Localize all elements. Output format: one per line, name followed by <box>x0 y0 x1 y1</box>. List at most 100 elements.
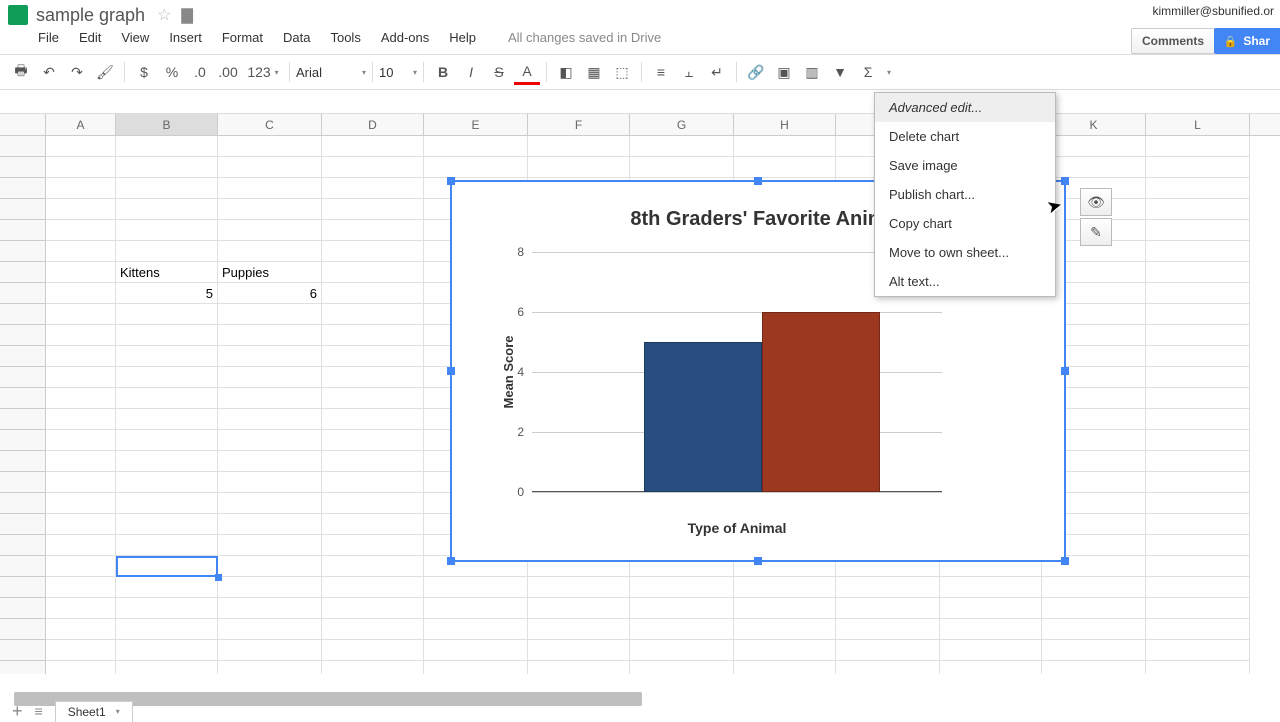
cell[interactable] <box>116 367 218 388</box>
cell[interactable] <box>528 136 630 157</box>
cell[interactable] <box>528 157 630 178</box>
cell[interactable] <box>424 577 528 598</box>
add-sheet-button[interactable]: + <box>12 701 23 722</box>
valign-icon[interactable]: ⫠ <box>676 59 702 85</box>
cell[interactable] <box>116 430 218 451</box>
column-header[interactable]: A <box>46 114 116 135</box>
menu-format[interactable]: Format <box>214 26 271 49</box>
cell[interactable] <box>218 220 322 241</box>
cell[interactable] <box>218 241 322 262</box>
row-header[interactable] <box>0 178 46 199</box>
sheet-tab[interactable]: Sheet1 ▾ <box>55 701 133 722</box>
borders-icon[interactable]: ▦ <box>581 59 607 85</box>
comments-button[interactable]: Comments <box>1131 28 1215 54</box>
cell[interactable] <box>1146 640 1250 661</box>
cell[interactable] <box>46 367 116 388</box>
cell[interactable] <box>46 157 116 178</box>
cell[interactable] <box>46 325 116 346</box>
cell[interactable] <box>1146 157 1250 178</box>
cell[interactable] <box>1146 598 1250 619</box>
wrap-icon[interactable]: ↵ <box>704 59 730 85</box>
bold-icon[interactable]: B <box>430 59 456 85</box>
cell[interactable] <box>46 304 116 325</box>
cell[interactable] <box>322 262 424 283</box>
cell[interactable] <box>836 661 940 674</box>
comment-icon[interactable]: ▣ <box>771 59 797 85</box>
cell[interactable] <box>218 640 322 661</box>
cell[interactable] <box>46 283 116 304</box>
cell[interactable] <box>322 283 424 304</box>
column-header[interactable]: L <box>1146 114 1250 135</box>
cell[interactable] <box>218 556 322 577</box>
font-size-select[interactable]: 10 <box>379 65 407 80</box>
cell[interactable] <box>116 178 218 199</box>
cell[interactable] <box>46 619 116 640</box>
ctx-move-own-sheet[interactable]: Move to own sheet... <box>875 238 1055 267</box>
row-header[interactable] <box>0 514 46 535</box>
cell[interactable] <box>116 409 218 430</box>
cell[interactable] <box>1146 325 1250 346</box>
select-all-corner[interactable] <box>0 114 46 135</box>
cell[interactable] <box>322 409 424 430</box>
cell[interactable] <box>1146 451 1250 472</box>
cell[interactable] <box>46 661 116 674</box>
cell[interactable] <box>424 136 528 157</box>
cell[interactable] <box>116 640 218 661</box>
resize-handle-nw[interactable] <box>447 177 455 185</box>
cell[interactable] <box>1146 136 1250 157</box>
cell[interactable] <box>424 598 528 619</box>
ctx-save-image[interactable]: Save image <box>875 151 1055 180</box>
cell[interactable] <box>528 619 630 640</box>
cell[interactable] <box>322 367 424 388</box>
all-sheets-button[interactable]: ≡ <box>35 703 43 719</box>
cell[interactable] <box>528 661 630 674</box>
cell[interactable] <box>630 640 734 661</box>
cell[interactable] <box>528 640 630 661</box>
column-header[interactable]: B <box>116 114 218 135</box>
cell[interactable] <box>734 598 836 619</box>
cell[interactable] <box>424 157 528 178</box>
cell[interactable] <box>322 346 424 367</box>
cell[interactable] <box>46 577 116 598</box>
cell[interactable] <box>46 262 116 283</box>
cell[interactable] <box>1146 535 1250 556</box>
menu-edit[interactable]: Edit <box>71 26 109 49</box>
cell[interactable] <box>218 367 322 388</box>
cell[interactable] <box>940 619 1042 640</box>
cell[interactable] <box>116 199 218 220</box>
cell[interactable] <box>1146 556 1250 577</box>
cell[interactable] <box>1042 619 1146 640</box>
cell[interactable] <box>218 472 322 493</box>
halign-icon[interactable]: ≡ <box>648 59 674 85</box>
cell[interactable] <box>322 514 424 535</box>
row-header[interactable] <box>0 220 46 241</box>
cell[interactable] <box>322 220 424 241</box>
cell[interactable] <box>424 619 528 640</box>
column-header[interactable]: D <box>322 114 424 135</box>
resize-handle-n[interactable] <box>754 177 762 185</box>
cell[interactable]: Puppies <box>218 262 322 283</box>
cell[interactable] <box>116 304 218 325</box>
star-icon[interactable]: ☆ <box>157 5 171 25</box>
dec-decrease-icon[interactable]: .0 <box>187 59 213 85</box>
doc-title[interactable]: sample graph <box>36 5 145 26</box>
cell[interactable] <box>218 451 322 472</box>
cell[interactable] <box>46 430 116 451</box>
row-header[interactable] <box>0 388 46 409</box>
row-header[interactable] <box>0 451 46 472</box>
row-header[interactable] <box>0 241 46 262</box>
cell[interactable] <box>116 388 218 409</box>
cell[interactable]: 6 <box>218 283 322 304</box>
cell[interactable] <box>218 535 322 556</box>
chart-edit-button[interactable]: ✎ <box>1080 218 1112 246</box>
cell[interactable] <box>218 325 322 346</box>
cell[interactable] <box>528 577 630 598</box>
cell[interactable]: Kittens <box>116 262 218 283</box>
cell[interactable] <box>116 136 218 157</box>
cell[interactable] <box>1146 493 1250 514</box>
cell[interactable] <box>46 220 116 241</box>
row-header[interactable] <box>0 598 46 619</box>
cell[interactable] <box>46 346 116 367</box>
cell[interactable] <box>836 598 940 619</box>
cell[interactable] <box>218 136 322 157</box>
